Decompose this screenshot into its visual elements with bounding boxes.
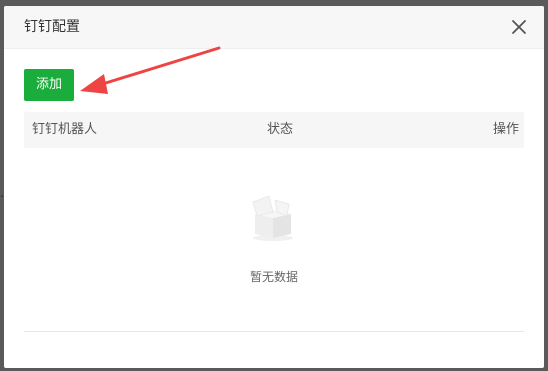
column-header-actions: 操作	[492, 122, 519, 137]
dingtalk-config-dialog: 钉钉配置 添加 钉钉机器人 状态 操作 暂无数据	[4, 6, 544, 368]
dialog-header: 钉钉配置	[4, 6, 544, 49]
column-header-robot: 钉钉机器人	[32, 122, 98, 137]
empty-state-text: 暂无数据	[249, 270, 298, 284]
annotation-arrow	[80, 46, 221, 94]
column-header-status: 状态	[267, 122, 294, 137]
close-icon[interactable]	[508, 16, 530, 38]
add-button[interactable]: 添加	[24, 69, 74, 101]
table-header: 钉钉机器人 状态 操作	[24, 112, 524, 148]
empty-box-icon	[252, 195, 293, 241]
dialog-title: 钉钉配置	[24, 19, 80, 35]
table-bottom-border	[24, 331, 524, 332]
